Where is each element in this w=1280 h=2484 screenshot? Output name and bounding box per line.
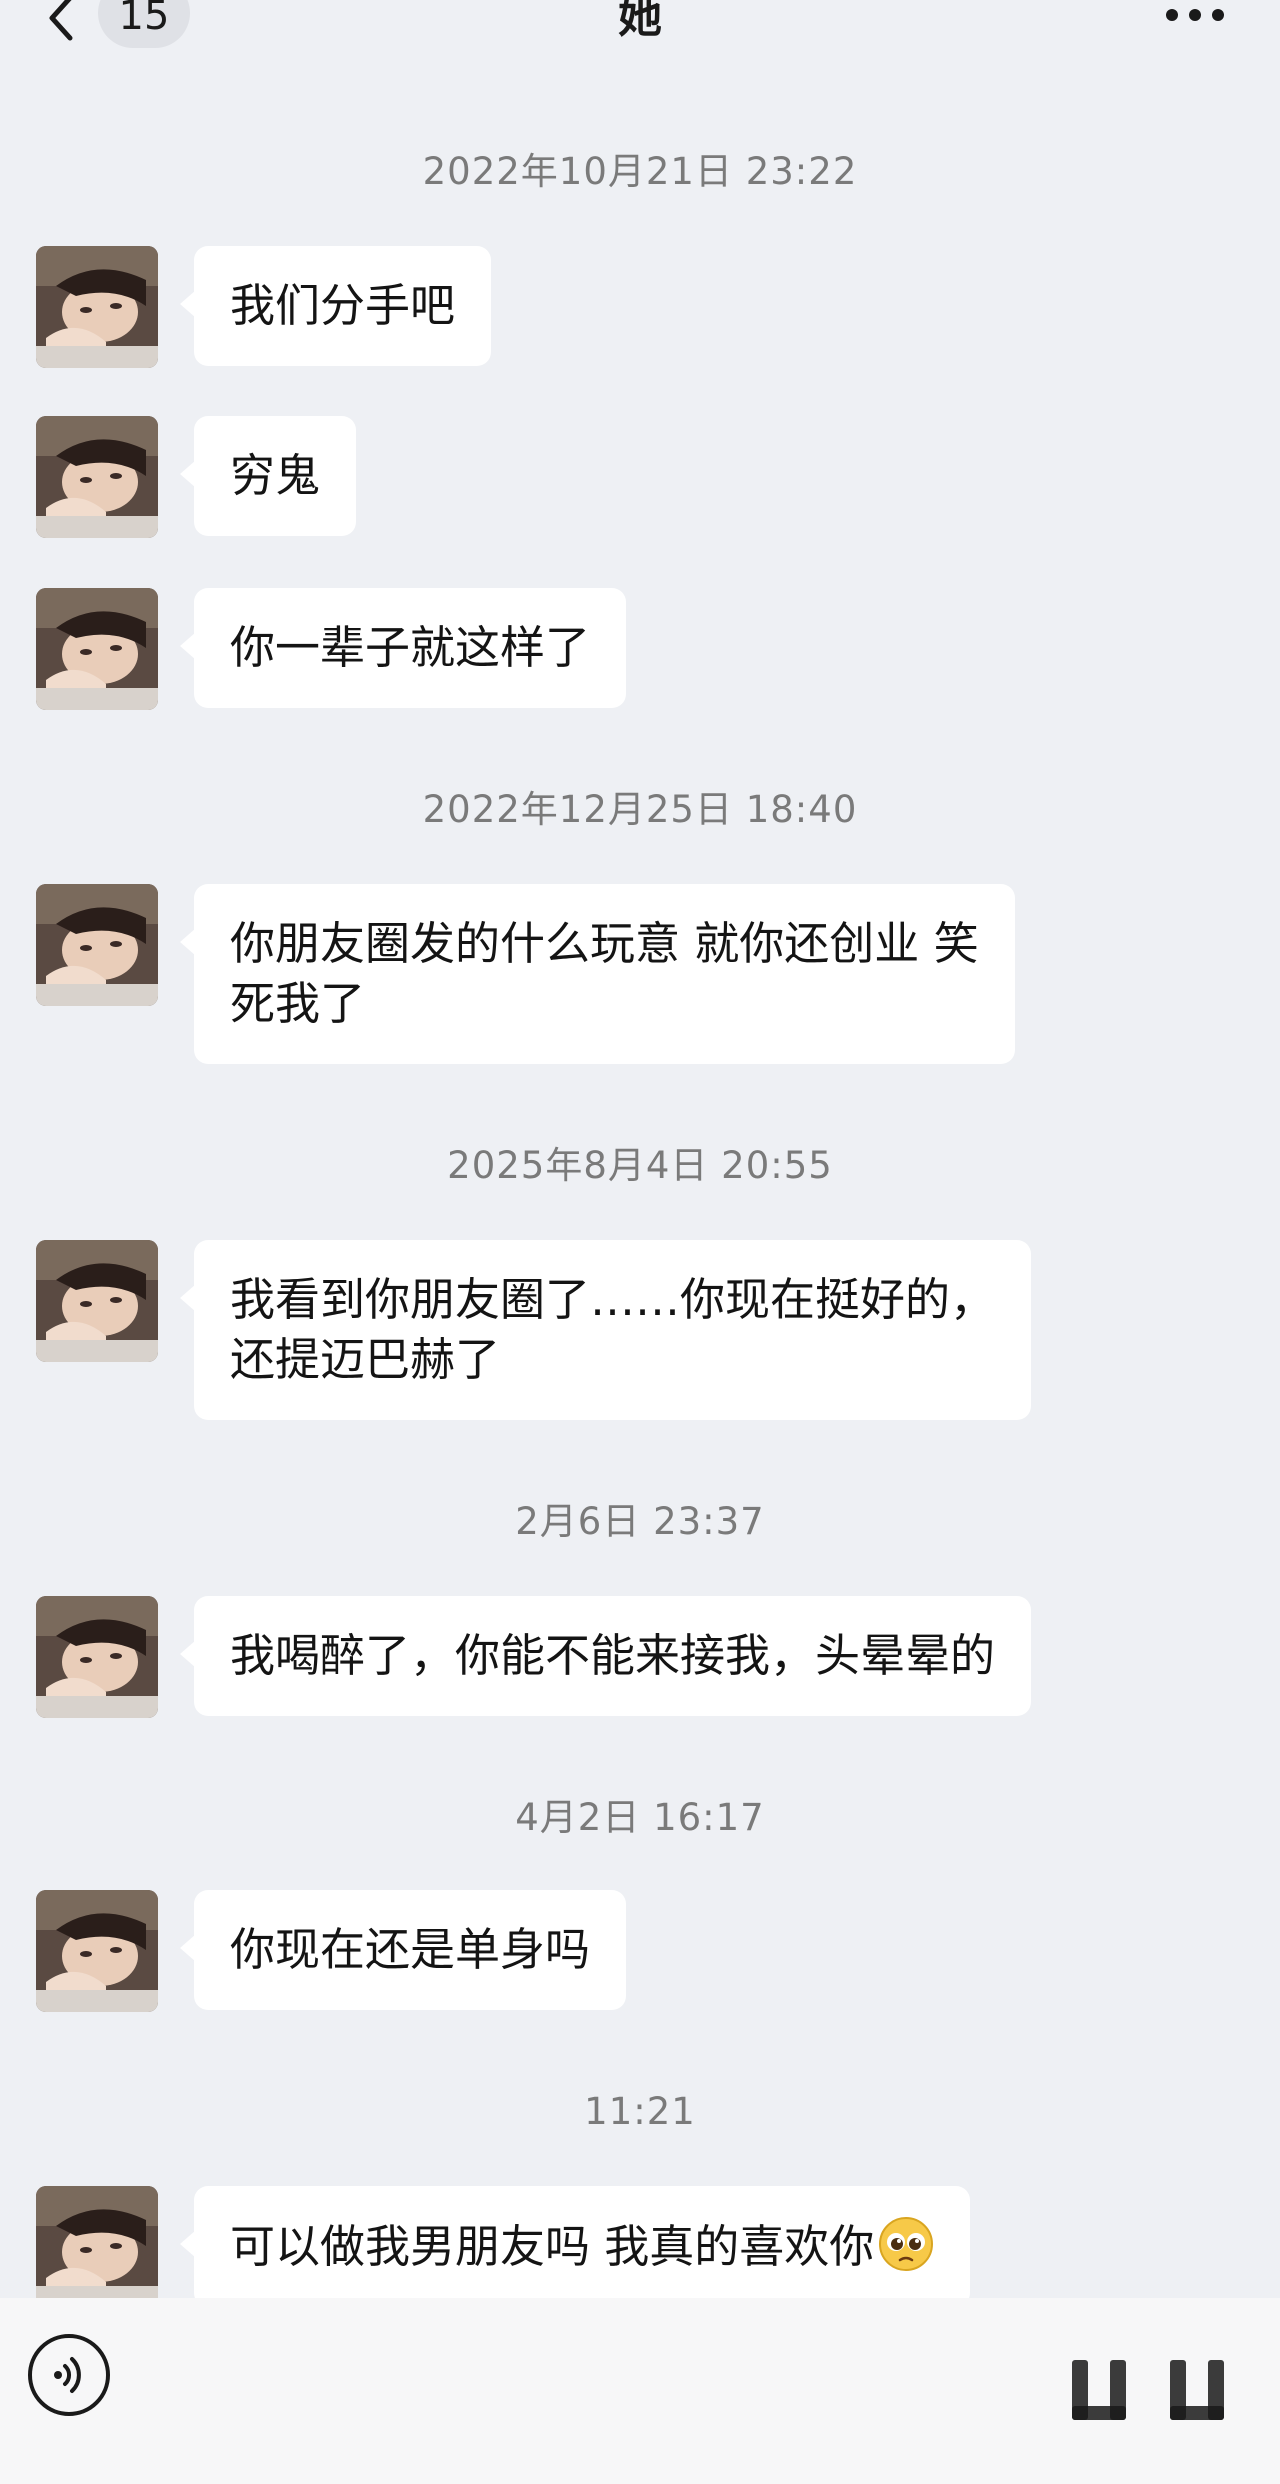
message-bubble[interactable]: 我们分手吧 [179, 246, 492, 366]
timestamp: 2025年8月4日 20:55 [447, 1144, 833, 1187]
avatar[interactable] [36, 588, 158, 710]
voice-input-icon [54, 2357, 81, 2393]
message-text-line: 死我了 [230, 977, 366, 1030]
message-text: 你一辈子就这样了 [230, 621, 591, 674]
message-text-line: 还提迈巴赫了 [230, 1333, 501, 1386]
timestamp: 2月6日 23:37 [515, 1500, 765, 1543]
message-text: 你现在还是单身吗 [230, 1923, 591, 1976]
message-bubble[interactable]: 你朋友圈发的什么玩意 就你还创业 笑死我了 [180, 884, 1015, 1064]
avatar-image [36, 1596, 158, 1718]
message-bubble[interactable]: 你现在还是单身吗 [179, 1890, 627, 2010]
chat-header: 15 她 [0, 0, 1280, 60]
avatar[interactable] [36, 1596, 158, 1718]
back-button[interactable] [40, 0, 84, 44]
message-bubble[interactable]: 你一辈子就这样了 [179, 588, 627, 708]
timestamp: 11:21 [584, 2090, 696, 2133]
avatar-image [36, 588, 158, 710]
message-input[interactable] [138, 2326, 1138, 2426]
avatar-image [36, 246, 158, 368]
timestamp: 2022年10月21日 23:22 [422, 150, 858, 193]
contact-name: 她 [618, 0, 662, 43]
timestamp: 4月2日 16:17 [515, 1796, 765, 1839]
watermark-logo [1052, 2340, 1252, 2440]
timestamp: 2022年12月25日 18:40 [422, 788, 858, 831]
avatar[interactable] [36, 416, 158, 538]
unread-count-badge[interactable]: 15 [98, 0, 190, 48]
more-dots-icon [1166, 9, 1178, 21]
more-button[interactable] [1160, 0, 1230, 30]
chevron-left-icon [49, 0, 73, 41]
avatar-image [36, 884, 158, 1006]
voice-button[interactable] [28, 2334, 110, 2416]
message-bubble[interactable]: 我喝醉了，你能不能来接我，头晕晕的 [179, 1596, 1032, 1716]
message-text: 可以做我男朋友吗 我真的喜欢你 [230, 2220, 875, 2273]
message-bubble[interactable]: 可以做我男朋友吗 我真的喜欢你 [179, 2186, 971, 2307]
avatar[interactable] [36, 1890, 158, 2012]
input-bar [0, 2298, 1280, 2484]
avatar[interactable] [36, 1240, 158, 1362]
message-text-line: 我看到你朋友圈了……你现在挺好的， [230, 1273, 996, 1326]
avatar-image [36, 1240, 158, 1362]
message-text: 穷鬼 [230, 449, 321, 502]
avatar[interactable] [36, 246, 158, 368]
message-text: 我们分手吧 [230, 279, 456, 332]
message-text: 我喝醉了，你能不能来接我，头晕晕的 [230, 1629, 996, 1682]
message-text-line: 你朋友圈发的什么玩意 就你还创业 笑 [230, 917, 979, 970]
message-bubble[interactable]: 穷鬼 [179, 416, 357, 536]
avatar-image [36, 416, 158, 538]
avatar[interactable] [36, 2186, 158, 2308]
avatar[interactable] [36, 884, 158, 1006]
pleading-face-emoji [879, 2217, 934, 2271]
message-bubble[interactable]: 我看到你朋友圈了……你现在挺好的， 还提迈巴赫了 [179, 1240, 1032, 1420]
avatar-image [36, 1890, 158, 2012]
avatar-image [36, 2186, 158, 2308]
